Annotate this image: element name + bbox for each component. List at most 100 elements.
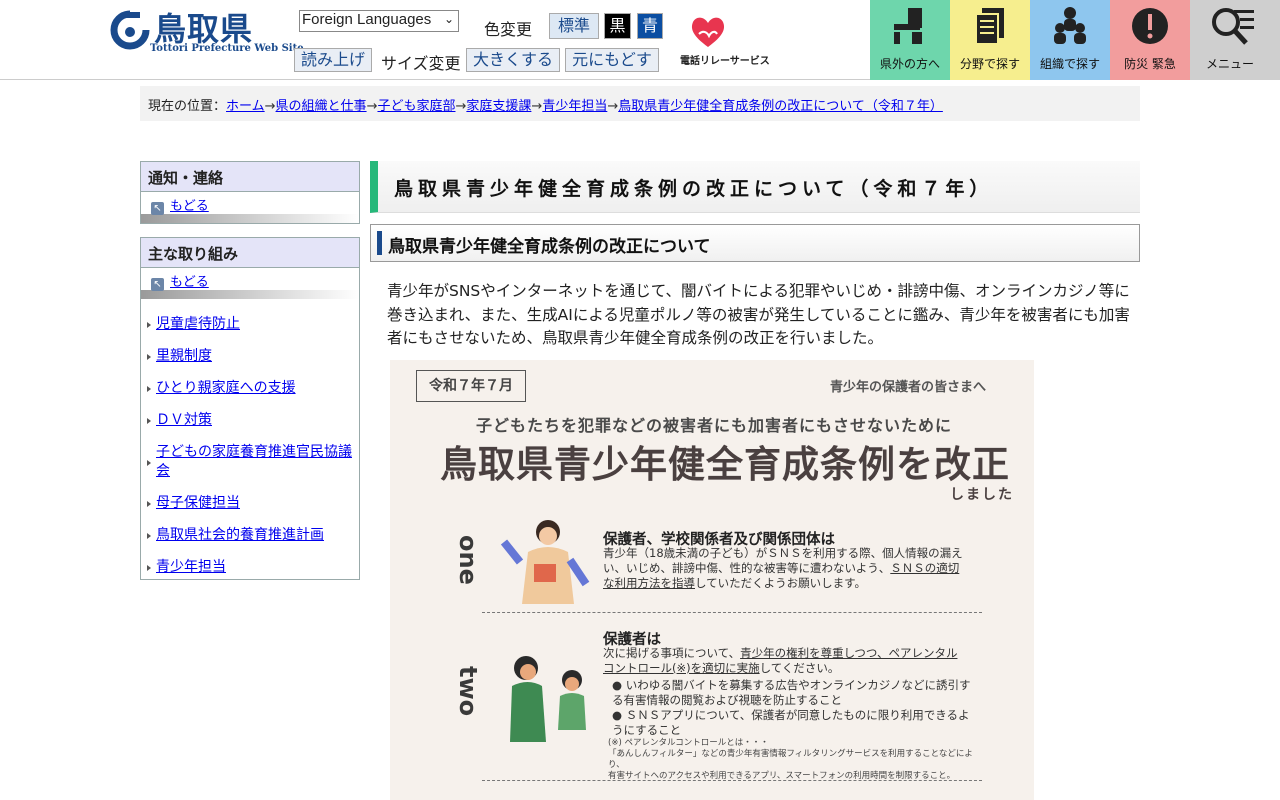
size-reset-button[interactable]: 元にもどす [565, 48, 659, 72]
sidebar-item-child-abuse[interactable]: 児童虐待防止 [141, 309, 359, 341]
nav-outside-visitors[interactable]: 県外の方へ [870, 0, 950, 80]
sidebar-main-box: 主な取り組み ↖ もどる 児童虐待防止 里親制度 ひとり親家庭への支援 ＤＶ対策 … [140, 237, 360, 580]
ordinance-flyer-image: 令和７年７月 青少年の保護者の皆さまへ 子どもたちを犯罪などの被害者にも加害者に… [390, 360, 1034, 800]
sidebar-item-label[interactable]: 里親制度 [156, 348, 212, 364]
section-number: one [454, 535, 482, 585]
breadcrumb-separator: → [607, 99, 619, 114]
sidebar-item-label[interactable]: 子どもの家庭養育推進官民協議会 [156, 444, 352, 479]
breadcrumb-separator: → [264, 99, 276, 114]
page-title-bar: 鳥取県青少年健全育成条例の改正について（令和７年） [370, 161, 1140, 213]
breadcrumb-prefix: 現在の位置： [148, 99, 227, 114]
sidebar-item-label[interactable]: 鳥取県社会的養育推進計画 [156, 527, 324, 543]
teacher-illustration-icon [500, 520, 590, 604]
sidebar-item-dv[interactable]: ＤＶ対策 [141, 405, 359, 437]
nav-disaster-emergency[interactable]: 防災 緊急 [1110, 0, 1190, 80]
bullet-text: ＳＮＳアプリについて、保護者が同意したものに限り利用できるようにすること [612, 708, 970, 737]
outside-visitor-icon [894, 8, 922, 44]
section-divider [482, 780, 982, 781]
breadcrumb-separator: → [455, 99, 467, 114]
section-number: two [454, 666, 482, 717]
section-text-part: していただくようお願いします。 [695, 576, 867, 590]
triangle-right-icon [147, 533, 151, 539]
nav-menu[interactable]: メニュー [1190, 0, 1280, 80]
section-text-emphasis: コントロール(※)を適切に実施 [603, 661, 760, 675]
sidebar-item-label[interactable]: 青少年担当 [156, 559, 226, 575]
back-link[interactable]: もどる [170, 199, 209, 214]
sidebar-notice-heading: 通知・連絡 [141, 162, 359, 192]
sidebar-item-single-parent[interactable]: ひとり親家庭への支援 [141, 373, 359, 405]
section-text-emphasis: な利用方法を指導 [603, 576, 695, 590]
section-text-part: してください。 [759, 661, 840, 675]
sidebar-item-youth[interactable]: 青少年担当 [141, 552, 359, 584]
triangle-right-icon [147, 501, 151, 507]
triangle-right-icon [147, 418, 151, 424]
divider [141, 290, 359, 299]
bullet-item: ● ＳＮＳアプリについて、保護者が同意したものに限り利用できるようにすること [612, 708, 970, 737]
flyer-title: 鳥取県青少年健全育成条例を改正 [440, 443, 1010, 486]
sidebar-item-label[interactable]: ＤＶ対策 [156, 412, 212, 428]
parent-child-illustration-icon [510, 656, 586, 742]
color-standard-button[interactable]: 標準 [549, 13, 599, 39]
page-title: 鳥取県青少年健全育成条例の改正について（令和７年） [394, 178, 994, 200]
back-arrow-icon: ↖ [151, 278, 164, 291]
breadcrumb-link[interactable]: 青少年担当 [542, 99, 607, 114]
breadcrumb: 現在の位置：ホーム→県の組織と仕事→子ども家庭部→家庭支援課→青少年担当→鳥取県… [140, 86, 1140, 121]
sidebar-item-label[interactable]: ひとり親家庭への支援 [156, 380, 296, 396]
search-menu-icon [1212, 8, 1254, 45]
color-black-button[interactable]: 黒 [604, 13, 631, 39]
back-link[interactable]: もどる [170, 275, 209, 290]
sidebar-notice-back[interactable]: ↖ もどる [141, 192, 359, 215]
sidebar-item-foster[interactable]: 里親制度 [141, 341, 359, 373]
section-heading-bar: 鳥取県青少年健全育成条例の改正について [370, 224, 1140, 262]
size-change-label: サイズ変更 [381, 54, 461, 73]
bullet-text: いわゆる闇バイトを募集する広告やオンラインカジノなどに誘引する有害情報の閲覧およ… [612, 678, 971, 707]
telephone-relay-link[interactable]: 電話リレーサービス [680, 14, 770, 68]
nav-by-field[interactable]: 分野で探す [950, 0, 1030, 80]
note-line: 「あんしんフィルター」などの青少年有害情報フィルタリングサービスを利用することな… [608, 749, 973, 770]
color-blue-button[interactable]: 青 [637, 13, 663, 39]
back-arrow-icon: ↖ [151, 202, 164, 215]
people-icon [1054, 7, 1086, 44]
sidebar-item-council[interactable]: 子どもの家庭養育推進官民協議会 [141, 437, 359, 488]
breadcrumb-link[interactable]: ホーム [226, 99, 265, 114]
relay-label: 電話リレーサービス [680, 56, 770, 67]
triangle-right-icon [147, 565, 151, 571]
size-larger-button[interactable]: 大きくする [466, 48, 560, 72]
heart-hands-icon [691, 17, 725, 47]
sidebar-notice-box: 通知・連絡 ↖ もどる [140, 161, 360, 224]
sidebar-item-label[interactable]: 母子保健担当 [156, 495, 240, 511]
breadcrumb-link[interactable]: 家庭支援課 [466, 99, 531, 114]
body-paragraph: 青少年がSNSやインターネットを通じて、闇バイトによる犯罪やいじめ・誹謗中傷、オ… [387, 282, 1130, 347]
breadcrumb-link[interactable]: 県の組織と仕事 [276, 99, 367, 114]
logo-subtitle: Tottori Prefecture Web Site [150, 43, 304, 54]
language-select-value: Foreign Languages [302, 11, 432, 28]
triangle-right-icon [147, 354, 151, 360]
nav-label: 組織で探す [1039, 57, 1100, 71]
nav-label: 分野で探す [959, 57, 1020, 71]
sidebar-item-maternal-health[interactable]: 母子保健担当 [141, 488, 359, 520]
triangle-right-icon [147, 322, 151, 328]
site-logo[interactable]: 鳥取県 Tottori Prefecture Web Site [110, 8, 304, 56]
read-aloud-button[interactable]: 読み上げ [294, 48, 372, 72]
sidebar-item-label[interactable]: 児童虐待防止 [156, 316, 240, 332]
section-note: (※) ペアレンタルコントロールとは・・・ 「あんしんフィルター」などの青少年有… [608, 738, 988, 782]
breadcrumb-link[interactable]: 子ども家庭部 [377, 99, 455, 114]
section-divider [482, 612, 982, 613]
section-heading: 鳥取県青少年健全育成条例の改正について [388, 237, 711, 257]
alert-icon [1132, 8, 1168, 44]
section-text: 次に掲げる事項について、青少年の権利を尊重しつつ、ペアレンタル コントロール(※… [603, 646, 983, 676]
flyer-title-suffix: しました [950, 487, 1014, 503]
nav-by-organization[interactable]: 組織で探す [1030, 0, 1110, 80]
language-select[interactable]: Foreign Languages ⌄ [299, 10, 459, 32]
section-text: 青少年（18歳未満の子ども）がＳＮＳを利用する際、個人情報の漏え い、いじめ、誹… [603, 546, 973, 591]
nav-label: 防災 緊急 [1124, 57, 1176, 71]
section-text-part: 次に掲げる事項について、 [603, 646, 741, 660]
sidebar-main-back[interactable]: ↖ もどる [141, 268, 359, 291]
color-change-label: 色変更 [484, 20, 533, 39]
section-text-emphasis: ＳＮＳの適切 [890, 561, 960, 575]
sidebar-menu-list: 児童虐待防止 里親制度 ひとり親家庭への支援 ＤＶ対策 子どもの家庭養育推進官民… [141, 299, 359, 590]
chevron-down-icon: ⌄ [443, 12, 454, 26]
sidebar-item-social-care[interactable]: 鳥取県社会的養育推進計画 [141, 520, 359, 552]
breadcrumb-current[interactable]: 鳥取県青少年健全育成条例の改正について（令和７年） [618, 99, 943, 114]
documents-icon [975, 8, 1004, 45]
